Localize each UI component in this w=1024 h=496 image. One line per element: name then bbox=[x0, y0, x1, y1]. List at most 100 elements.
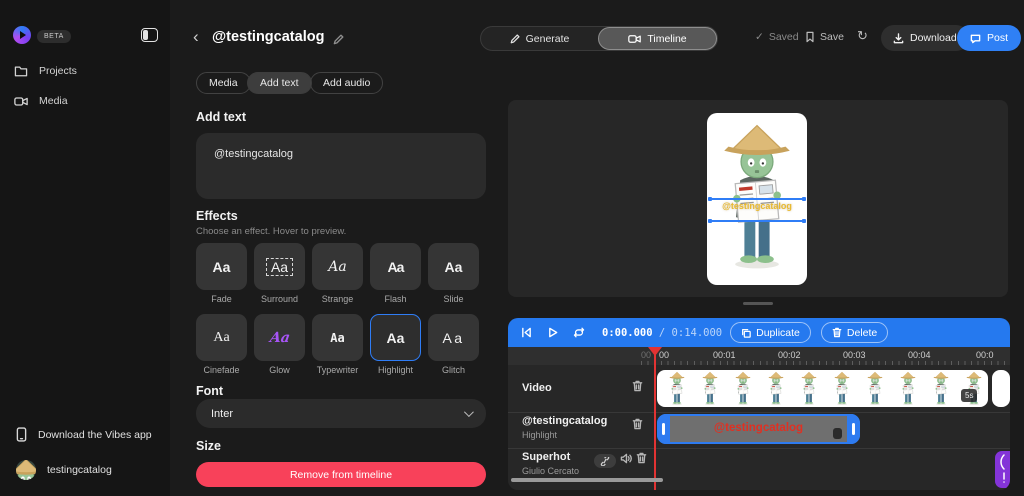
effect-glow[interactable]: Aa Glow bbox=[254, 314, 305, 378]
user-account-row[interactable]: testingcatalog bbox=[16, 460, 112, 480]
effect-label: Highlight bbox=[370, 365, 421, 375]
copy-icon bbox=[741, 328, 751, 338]
font-value: Inter bbox=[211, 408, 233, 420]
effect-label: Slide bbox=[428, 294, 479, 304]
selection-handle[interactable] bbox=[802, 197, 806, 201]
back-button[interactable]: ‹ bbox=[193, 27, 199, 47]
pencil-icon bbox=[510, 34, 520, 44]
video-thumbnail bbox=[664, 371, 690, 406]
effect-label: Glitch bbox=[428, 365, 479, 375]
effect-slide[interactable]: Aa Slide bbox=[428, 243, 479, 307]
chevron-down-icon bbox=[464, 407, 474, 417]
download-label: Download bbox=[910, 32, 957, 44]
playhead[interactable] bbox=[654, 347, 656, 490]
link-icon[interactable] bbox=[594, 454, 616, 468]
effect-sample: Aa bbox=[388, 259, 404, 275]
trash-icon[interactable] bbox=[636, 452, 647, 467]
effect-surround[interactable]: Aa Surround bbox=[254, 243, 305, 307]
track-name-text: @testingcatalog bbox=[522, 415, 607, 427]
effect-highlight-selected[interactable]: Aa Highlight bbox=[370, 314, 421, 378]
tab-add-text[interactable]: Add text bbox=[247, 72, 312, 94]
text-overlay[interactable]: @testingcatalog bbox=[707, 201, 807, 211]
timecode-separator: / bbox=[653, 327, 672, 339]
audio-clip[interactable] bbox=[995, 451, 1010, 488]
loop-button[interactable] bbox=[573, 327, 585, 338]
avatar bbox=[16, 460, 36, 480]
tab-media[interactable]: Media bbox=[196, 72, 251, 94]
selection-handle[interactable] bbox=[802, 219, 806, 223]
track-name-video: Video bbox=[522, 382, 552, 394]
ruler-label: 00:01 bbox=[713, 350, 736, 360]
download-vibes-app-link[interactable]: Download the Vibes app bbox=[16, 427, 152, 442]
saved-status: ✓ Saved bbox=[755, 31, 799, 43]
clip-duration-badge: 5s bbox=[961, 389, 977, 402]
download-vibes-app-label: Download the Vibes app bbox=[38, 429, 152, 441]
text-clip-selected[interactable]: @testingcatalog bbox=[657, 414, 860, 444]
refresh-icon[interactable]: ↻ bbox=[857, 28, 868, 44]
duplicate-button[interactable]: Duplicate bbox=[730, 322, 811, 343]
track-divider bbox=[508, 448, 1010, 449]
effect-sample: Aa bbox=[330, 331, 344, 345]
post-label: Post bbox=[987, 32, 1008, 44]
video-clip[interactable] bbox=[657, 370, 988, 407]
generate-mode-button[interactable]: Generate bbox=[481, 27, 598, 50]
font-heading: Font bbox=[196, 384, 223, 398]
timeline-toolbar: 0:00.000 / 0:14.000 Duplicate Delete bbox=[508, 318, 1010, 347]
sidebar-item-label: Media bbox=[39, 95, 68, 107]
effect-typewriter[interactable]: Aa Typewriter bbox=[312, 314, 363, 378]
track-divider bbox=[508, 412, 1010, 413]
next-video-clip[interactable] bbox=[992, 370, 1010, 407]
download-button[interactable]: Download bbox=[881, 25, 969, 51]
effect-glitch[interactable]: Aa Glitch bbox=[428, 314, 479, 378]
video-preview-frame[interactable]: @testingcatalog bbox=[707, 113, 807, 285]
size-heading: Size bbox=[196, 439, 221, 453]
video-thumbnail bbox=[928, 371, 954, 406]
effect-strange[interactable]: Aa Strange bbox=[312, 243, 363, 307]
effect-sample: Aa bbox=[387, 330, 405, 346]
effect-label: Typewriter bbox=[312, 365, 363, 375]
clip-label: @testingcatalog bbox=[659, 422, 858, 434]
trash-icon[interactable] bbox=[632, 418, 643, 433]
video-thumbnail bbox=[829, 371, 855, 406]
trash-icon[interactable] bbox=[632, 380, 643, 395]
effect-fade[interactable]: Aa Fade bbox=[196, 243, 247, 307]
clip-trim-handle-right[interactable] bbox=[847, 414, 860, 444]
ruler-label: 00:02 bbox=[778, 350, 801, 360]
effect-flash[interactable]: Aa Flash bbox=[370, 243, 421, 307]
selection-handle[interactable] bbox=[708, 197, 712, 201]
track-effect-label: Highlight bbox=[522, 430, 557, 440]
ruler-label: 00:03 bbox=[843, 350, 866, 360]
save-button[interactable]: Save bbox=[805, 31, 844, 43]
username-label: testingcatalog bbox=[47, 464, 112, 476]
sidebar-item-label: Projects bbox=[39, 65, 77, 77]
sidebar-item-projects[interactable]: Projects bbox=[14, 65, 77, 77]
effect-sample: Aa bbox=[442, 330, 464, 346]
post-button[interactable]: Post bbox=[957, 25, 1021, 51]
delete-button[interactable]: Delete bbox=[821, 322, 888, 343]
play-button[interactable] bbox=[548, 327, 558, 338]
timeline-ruler[interactable]: 00 00 00:01 00:02 00:03 00:04 00:0 bbox=[508, 347, 1010, 365]
total-time: 0:14.000 bbox=[672, 327, 723, 339]
edit-title-pencil-icon[interactable] bbox=[333, 32, 344, 50]
timeline-mode-button[interactable]: Timeline bbox=[598, 27, 717, 50]
effects-subtitle: Choose an effect. Hover to preview. bbox=[196, 226, 346, 237]
vibes-logo-icon[interactable] bbox=[13, 26, 31, 44]
panel-resize-handle[interactable] bbox=[743, 302, 773, 305]
effect-sample: Aa bbox=[445, 259, 463, 275]
sidebar-collapse-icon[interactable] bbox=[141, 28, 158, 42]
speaker-icon[interactable] bbox=[620, 452, 632, 467]
skip-to-start-button[interactable] bbox=[521, 327, 532, 338]
horizontal-scrollbar[interactable] bbox=[511, 478, 663, 482]
duplicate-label: Duplicate bbox=[756, 327, 800, 339]
video-thumbnail bbox=[730, 371, 756, 406]
video-thumbnail bbox=[796, 371, 822, 406]
effect-label: Fade bbox=[196, 294, 247, 304]
sidebar-item-media[interactable]: Media bbox=[14, 95, 68, 107]
tab-add-audio[interactable]: Add audio bbox=[310, 72, 383, 94]
selection-handle[interactable] bbox=[708, 219, 712, 223]
effect-cinefade[interactable]: Aa Cinefade bbox=[196, 314, 247, 378]
selection-line-top bbox=[709, 198, 805, 200]
font-select[interactable]: Inter bbox=[196, 399, 486, 428]
remove-from-timeline-button[interactable]: Remove from timeline bbox=[196, 462, 486, 487]
text-input[interactable]: @testingcatalog bbox=[196, 133, 486, 199]
